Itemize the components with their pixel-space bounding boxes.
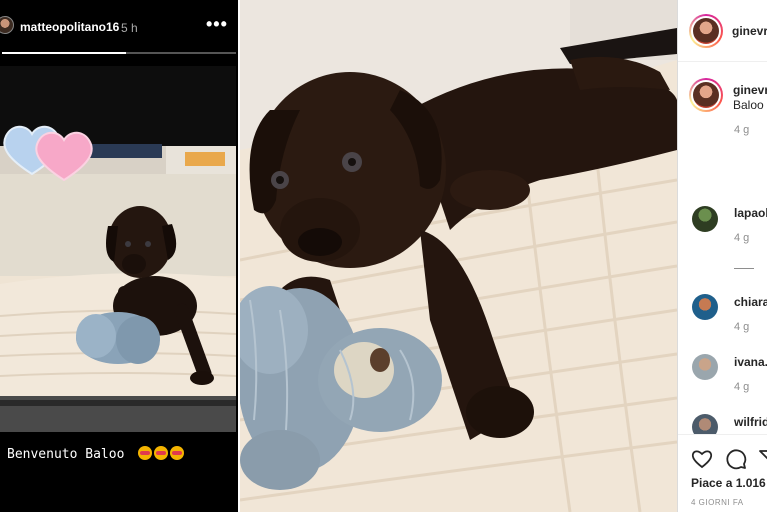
share-icon[interactable] [758,447,767,471]
story-username[interactable]: matteopolitano16 [20,20,119,34]
comment-text: Baloo [733,98,764,112]
story-header: matteopolitano16 5 h ••• [0,12,238,44]
story-progress-fill [2,52,127,54]
comment-meta: 4 g [734,232,750,244]
likes-count[interactable]: Piace a 1.016 [691,476,766,490]
post-sidebar: ginevr ginevr Baloo 4 g lapaol 4 g chiar… [677,0,767,512]
story-photo [0,66,236,432]
heart-eyes-emoji [138,446,153,460]
post-author-username[interactable]: ginevr [732,24,767,38]
heart-icon[interactable] [690,447,714,471]
comment-meta: 4 g [734,321,750,333]
comment-username[interactable]: lapaol [734,206,767,220]
story-timestamp: 5 h [121,21,138,35]
view-replies-line[interactable] [734,268,754,269]
comment-meta: 4 g [734,381,750,393]
story-viewer: matteopolitano16 5 h ••• Benvenuto Baloo [0,0,238,512]
comment-username[interactable]: chiara [734,295,767,309]
story-caption-text: Benvenuto Baloo [7,447,125,462]
comment-username[interactable]: ivana. [734,355,767,369]
story-caption-emojis [138,446,186,462]
comment-avatar[interactable] [692,354,718,380]
post-header: ginevr [678,0,767,62]
post-date: 4 GIORNI FA [691,498,744,507]
post-photo[interactable] [240,0,677,512]
story-avatar[interactable] [0,16,14,34]
story-caption: Benvenuto Baloo [7,446,186,462]
more-horizontal-icon[interactable]: ••• [206,14,228,35]
comment-avatar[interactable] [692,294,718,320]
post-actions: Piace a 1.016 4 GIORNI FA [678,434,767,512]
heart-eyes-emoji [154,446,169,460]
comment-avatar[interactable] [689,78,723,112]
story-progress-bar [2,52,236,54]
comment-avatar[interactable] [692,206,718,232]
comment-username[interactable]: ginevr [733,83,767,97]
post-author-avatar[interactable] [689,14,723,48]
comment-username[interactable]: wilfrid [734,415,767,429]
plush-toy [76,312,160,364]
heart-stickers [3,125,93,182]
comment-icon[interactable] [724,447,748,471]
comment-meta: 4 g [734,124,750,136]
heart-eyes-emoji [170,446,185,460]
